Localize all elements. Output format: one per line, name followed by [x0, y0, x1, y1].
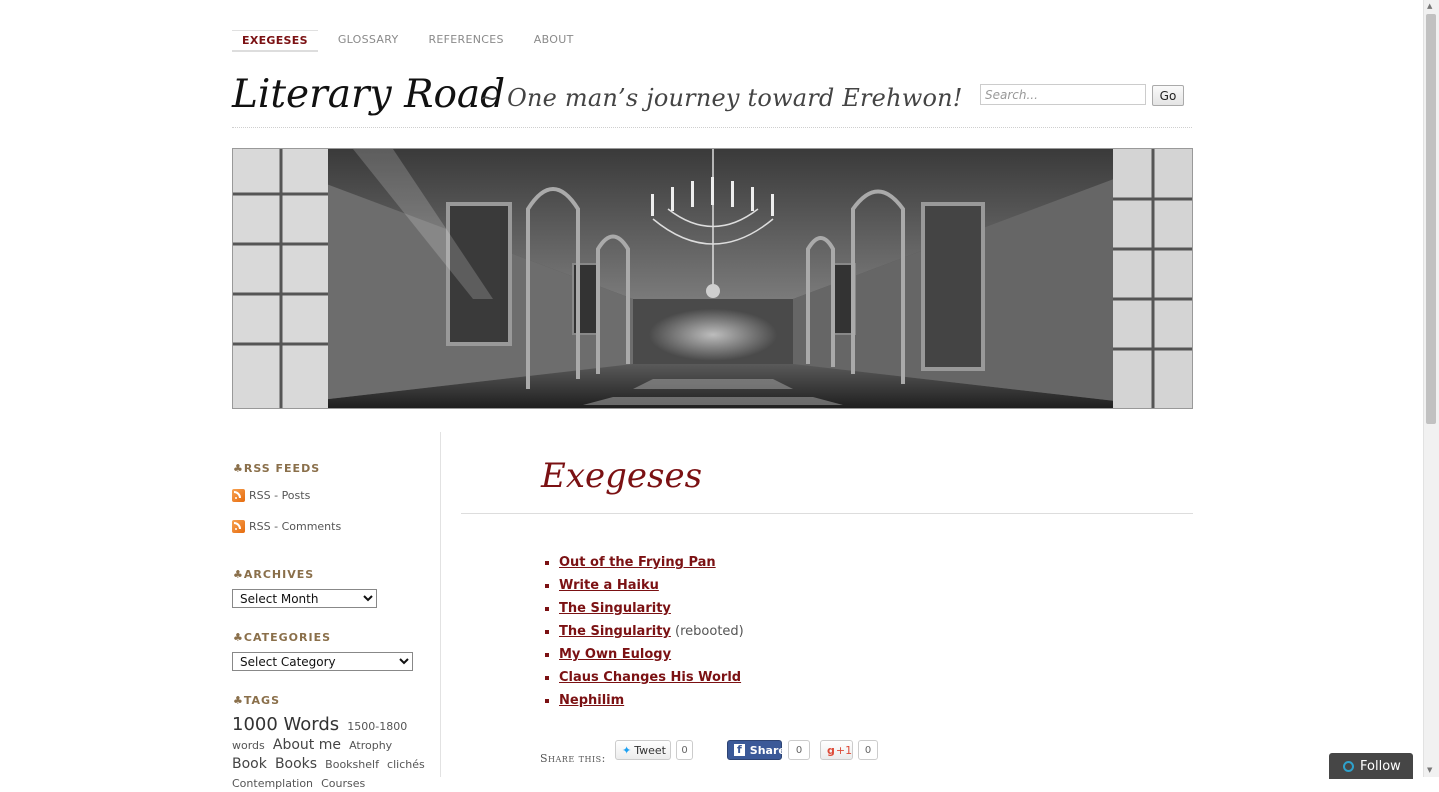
list-item: Out of the Frying Pan: [559, 551, 744, 574]
tweet-button[interactable]: ✦ Tweet: [615, 740, 671, 760]
tag-link[interactable]: Book: [232, 756, 267, 772]
post-link[interactable]: The Singularity: [559, 624, 671, 639]
twitter-icon: ✦: [622, 743, 632, 757]
facebook-share-label: Share: [749, 743, 786, 757]
header-banner-image: [232, 148, 1193, 409]
tweet-label: Tweet: [634, 743, 666, 757]
rss-icon: [232, 520, 245, 533]
post-list: Out of the Frying Pan Write a Haiku The …: [541, 551, 744, 712]
search-go-button[interactable]: Go: [1152, 85, 1184, 106]
scrollbar[interactable]: ▲ ▼: [1423, 0, 1439, 777]
rss-feeds-heading-text: RSS FEEDS: [243, 462, 321, 475]
plus-icon: [1343, 760, 1354, 772]
list-item: Claus Changes His World: [559, 666, 744, 689]
rss-comments-label: RSS - Comments: [249, 520, 342, 533]
list-item: The Singularity (rebooted): [559, 620, 744, 643]
gplus-label: +1: [835, 743, 853, 757]
categories-select[interactable]: Select Category: [232, 652, 413, 671]
list-item: My Own Eulogy: [559, 643, 744, 666]
tag-link[interactable]: Books: [275, 756, 317, 772]
list-item: Write a Haiku: [559, 574, 744, 597]
tags-heading: ♣TAGS: [233, 694, 280, 707]
site-title[interactable]: Literary Road: [232, 70, 505, 120]
tag-link[interactable]: About me: [273, 737, 341, 753]
page-title: Exegeses: [541, 456, 703, 496]
rss-comments-link[interactable]: RSS - Comments: [232, 520, 341, 533]
post-link[interactable]: My Own Eulogy: [559, 647, 671, 662]
post-link[interactable]: The Singularity: [559, 601, 671, 616]
gplus-button[interactable]: g +1: [820, 740, 853, 760]
tag-link[interactable]: Courses: [321, 777, 365, 790]
rss-posts-label: RSS - Posts: [249, 489, 311, 502]
facebook-count: 0: [788, 740, 810, 760]
nav-glossary[interactable]: GLOSSARY: [328, 30, 409, 52]
categories-heading: ♣CATEGORIES: [233, 631, 332, 644]
nav-exegeses[interactable]: EXEGESES: [232, 30, 318, 52]
sidebar-divider: [440, 432, 441, 777]
nav-about[interactable]: ABOUT: [524, 30, 584, 52]
archives-select[interactable]: Select Month: [232, 589, 377, 608]
list-item: Nephilim: [559, 689, 744, 712]
header-divider: [232, 127, 1192, 128]
tweet-count: 0: [676, 740, 693, 760]
facebook-icon: f: [734, 744, 745, 756]
tags-heading-text: TAGS: [243, 694, 280, 707]
follow-label: Follow: [1360, 758, 1401, 774]
tag-link[interactable]: clichés: [387, 758, 425, 771]
share-label: Share this:: [540, 752, 606, 765]
list-item: The Singularity: [559, 597, 744, 620]
archives-heading: ♣ARCHIVES: [233, 568, 315, 581]
title-divider: [461, 513, 1193, 514]
post-note: (rebooted): [675, 624, 744, 639]
search-input[interactable]: [980, 84, 1146, 105]
scroll-thumb[interactable]: [1426, 14, 1436, 424]
nav-references[interactable]: REFERENCES: [418, 30, 513, 52]
tag-cloud: 1000 Words 1500-1800 words About me Atro…: [232, 716, 432, 792]
post-link[interactable]: Out of the Frying Pan: [559, 555, 716, 570]
facebook-share-button[interactable]: f Share: [727, 740, 786, 760]
gplus-icon: g: [827, 743, 835, 757]
post-link[interactable]: Claus Changes His World: [559, 670, 741, 685]
categories-heading-text: CATEGORIES: [243, 631, 332, 644]
post-link[interactable]: Write a Haiku: [559, 578, 659, 593]
tag-link[interactable]: Bookshelf: [325, 758, 379, 771]
post-link[interactable]: Nephilim: [559, 693, 624, 708]
tag-link[interactable]: Contemplation: [232, 777, 313, 790]
rss-feeds-heading: ♣RSS FEEDS: [233, 462, 321, 475]
tag-link[interactable]: Atrophy: [349, 739, 392, 752]
follow-button[interactable]: Follow: [1329, 753, 1413, 779]
rss-posts-link[interactable]: RSS - Posts: [232, 489, 310, 502]
archives-heading-text: ARCHIVES: [243, 568, 315, 581]
rss-icon: [232, 489, 245, 502]
top-nav: EXEGESES GLOSSARY REFERENCES ABOUT: [232, 30, 584, 52]
site-description: ~ One man’s journey toward Erehwon!: [479, 84, 963, 112]
scroll-up-arrow-icon[interactable]: ▲: [1427, 2, 1432, 10]
scroll-down-arrow-icon[interactable]: ▼: [1427, 766, 1432, 774]
tag-link[interactable]: 1000 Words: [232, 714, 339, 735]
gplus-count: 0: [858, 740, 878, 760]
